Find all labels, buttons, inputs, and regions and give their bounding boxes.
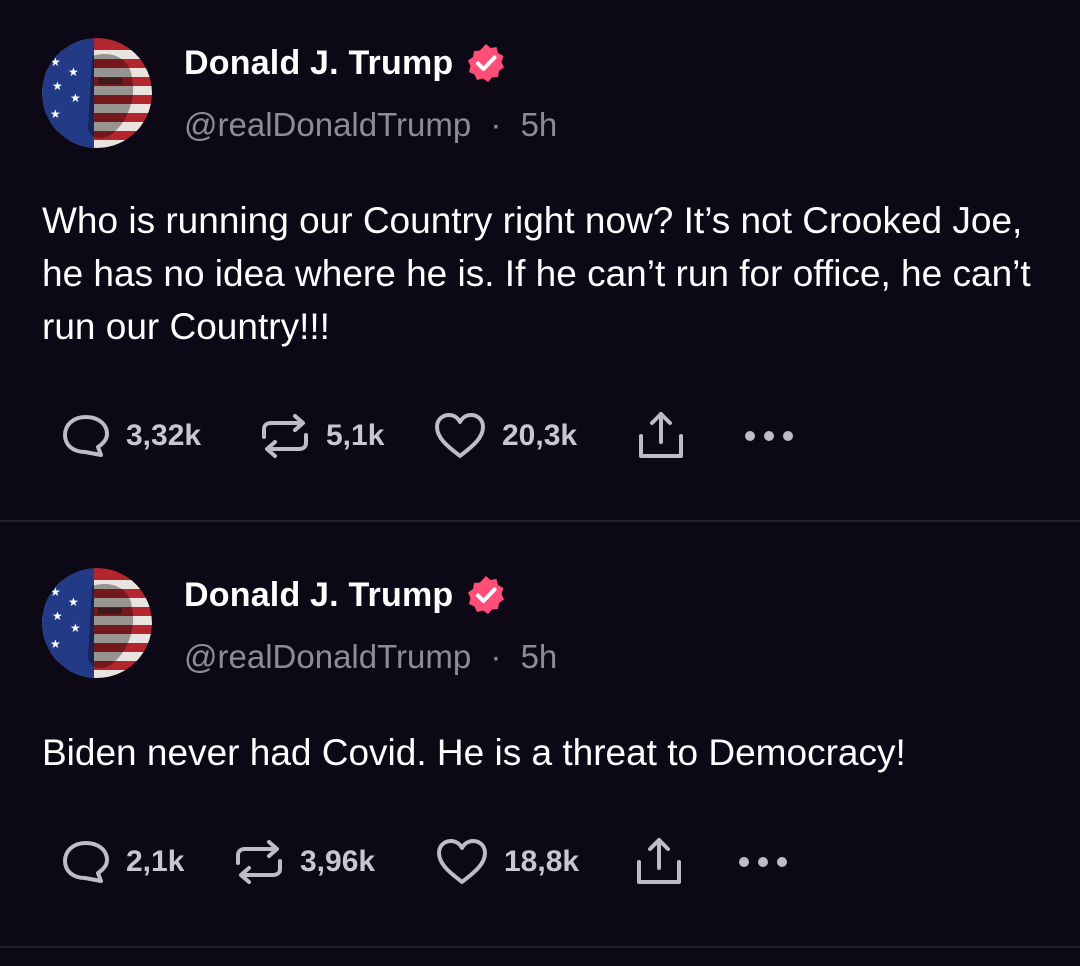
reply-button[interactable]: 3,32k xyxy=(60,406,201,466)
author-name[interactable]: Donald J. Trump xyxy=(184,44,453,83)
flag-face-avatar-icon: ★ ★ ★ ★ ★ xyxy=(42,38,152,148)
svg-text:★: ★ xyxy=(52,609,63,623)
reply-count: 2,1k xyxy=(126,845,185,878)
repost-arrows-icon xyxy=(262,414,308,458)
like-count: 18,8k xyxy=(504,845,580,878)
post[interactable]: ★ ★ ★ ★ ★ Donald J. Trump @realDonaldTru… xyxy=(0,0,1080,522)
svg-text:★: ★ xyxy=(68,595,79,609)
post-text: Biden never had Covid. He is a threat to… xyxy=(42,732,906,773)
repost-button[interactable]: 3,96k xyxy=(232,832,375,892)
svg-text:★: ★ xyxy=(50,637,61,651)
author-handle[interactable]: @realDonaldTrump xyxy=(184,638,471,675)
like-button[interactable]: 20,3k xyxy=(432,406,577,466)
meta-separator: · xyxy=(490,638,502,675)
heart-icon xyxy=(437,839,487,884)
svg-text:★: ★ xyxy=(70,621,81,635)
post[interactable]: ★ ★ ★ ★ ★ Donald J. Trump @realDonaldTru… xyxy=(0,522,1080,948)
share-button[interactable] xyxy=(634,406,688,466)
post-time[interactable]: 5h xyxy=(521,638,558,675)
like-count: 20,3k xyxy=(502,419,578,452)
share-button[interactable] xyxy=(632,832,686,892)
verified-badge-icon xyxy=(468,44,505,82)
post-time[interactable]: 5h xyxy=(521,106,558,143)
like-button[interactable]: 18,8k xyxy=(434,832,579,892)
reply-button[interactable]: 2,1k xyxy=(60,832,184,892)
author-meta: @realDonaldTrump · 5h xyxy=(184,106,557,144)
svg-text:★: ★ xyxy=(70,91,81,105)
repost-count: 3,96k xyxy=(300,845,376,878)
speech-bubble-icon xyxy=(63,841,109,883)
reply-count: 3,32k xyxy=(126,419,202,452)
avatar[interactable]: ★ ★ ★ ★ ★ xyxy=(42,38,152,148)
more-button[interactable] xyxy=(742,406,796,466)
svg-text:★: ★ xyxy=(50,107,61,121)
post-actions: 3,32k 5,1k 20,3k xyxy=(0,406,1080,466)
heart-icon xyxy=(435,413,485,458)
repost-count: 5,1k xyxy=(326,419,385,452)
svg-text:★: ★ xyxy=(52,79,63,93)
author-name[interactable]: Donald J. Trump xyxy=(184,576,453,615)
svg-text:★: ★ xyxy=(68,65,79,79)
author-meta: @realDonaldTrump · 5h xyxy=(184,638,557,676)
flag-face-avatar-icon: ★ ★ ★ ★ ★ xyxy=(42,568,152,678)
share-upload-icon xyxy=(639,412,683,458)
repost-button[interactable]: 5,1k xyxy=(258,406,384,466)
verified-badge-icon xyxy=(468,576,505,614)
avatar[interactable]: ★ ★ ★ ★ ★ xyxy=(42,568,152,678)
more-button[interactable] xyxy=(736,832,790,892)
speech-bubble-icon xyxy=(63,415,109,457)
post-actions: 2,1k 3,96k 18,8k xyxy=(0,832,1080,892)
post-text: Who is running our Country right now? It… xyxy=(42,200,1031,347)
more-dots-icon xyxy=(745,431,793,441)
more-dots-icon xyxy=(739,857,787,867)
share-upload-icon xyxy=(637,838,681,884)
svg-text:★: ★ xyxy=(50,55,61,69)
svg-text:★: ★ xyxy=(50,585,61,599)
meta-separator: · xyxy=(490,106,502,143)
author-handle[interactable]: @realDonaldTrump xyxy=(184,106,471,143)
repost-arrows-icon xyxy=(236,840,282,884)
